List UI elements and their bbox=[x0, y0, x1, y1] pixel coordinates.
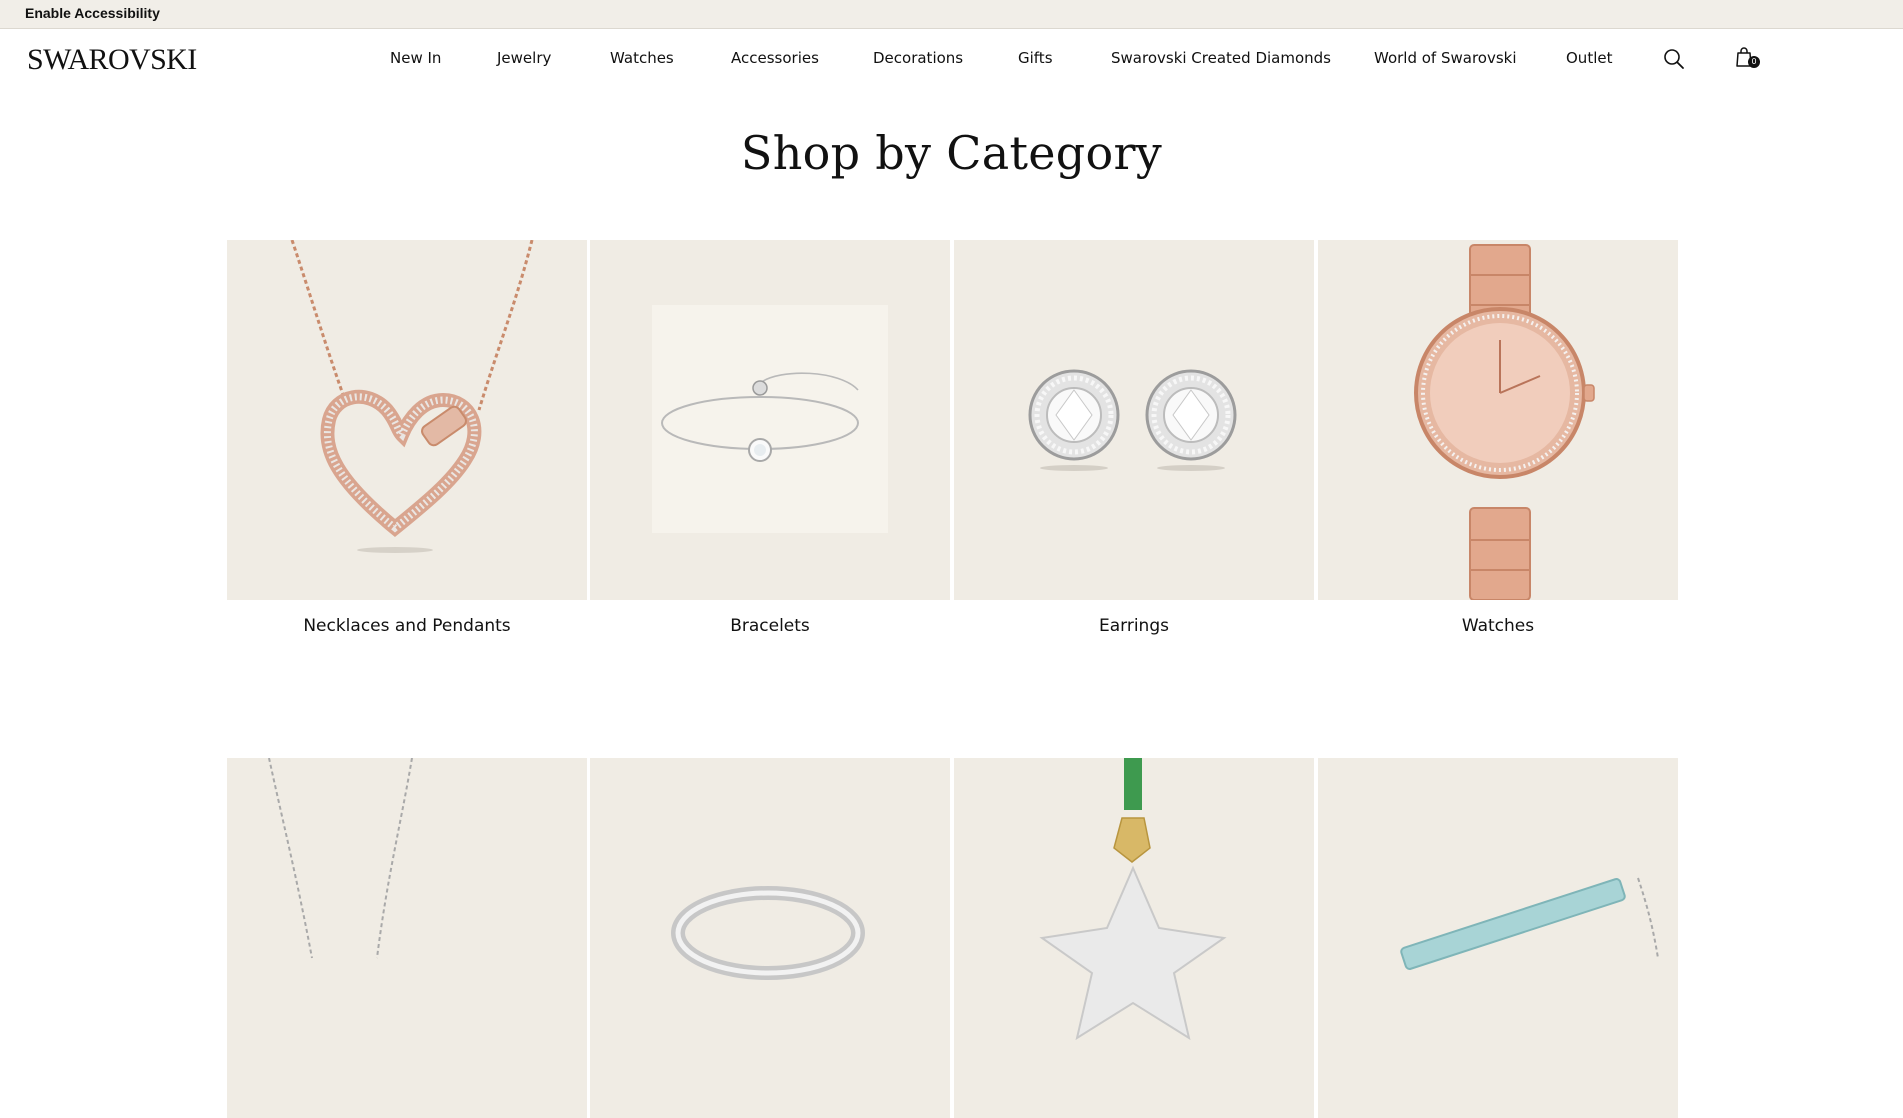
bracelet-image bbox=[590, 240, 950, 600]
nav-decorations[interactable]: Decorations bbox=[873, 49, 963, 67]
nav-accessories[interactable]: Accessories bbox=[731, 49, 819, 67]
cart-count-badge: 0 bbox=[1748, 56, 1760, 68]
category-tile-bracelets[interactable]: Bracelets bbox=[590, 240, 950, 636]
category-label: Earrings bbox=[1099, 616, 1169, 636]
site-header: SWAROVSKI New In Jewelry Watches Accesso… bbox=[0, 30, 1903, 88]
category-label: Necklaces and Pendants bbox=[303, 616, 511, 636]
category-tile-row2-3[interactable] bbox=[954, 758, 1314, 1118]
category-tile-watches[interactable]: Watches bbox=[1318, 240, 1678, 636]
cart-button[interactable]: 0 bbox=[1735, 46, 1761, 72]
enable-accessibility-link[interactable]: Enable Accessibility bbox=[25, 5, 160, 21]
category-tile-row2-4[interactable] bbox=[1318, 758, 1678, 1118]
category-label: Watches bbox=[1461, 616, 1535, 636]
category-label: Bracelets bbox=[730, 616, 810, 636]
category-tile-row2-1[interactable] bbox=[227, 758, 587, 1118]
search-icon bbox=[1664, 49, 1684, 69]
star-ornament-image bbox=[954, 758, 1314, 1118]
nav-new-in[interactable]: New In bbox=[390, 49, 441, 67]
nav-watches[interactable]: Watches bbox=[610, 49, 674, 67]
swarovski-logo[interactable]: SWAROVSKI bbox=[27, 43, 197, 77]
category-tile-necklaces[interactable]: Necklaces and Pendants bbox=[227, 240, 587, 636]
pendant-chain-image bbox=[227, 758, 587, 1118]
nav-world-of-swarovski[interactable]: World of Swarovski bbox=[1374, 49, 1517, 67]
search-button[interactable] bbox=[1663, 48, 1685, 70]
category-tile-earrings[interactable]: Earrings bbox=[954, 240, 1314, 636]
stud-earrings-image bbox=[954, 240, 1314, 600]
nav-outlet[interactable]: Outlet bbox=[1566, 49, 1612, 67]
bar-jewelry-image bbox=[1318, 758, 1678, 1118]
page-title: Shop by Category bbox=[740, 126, 1163, 180]
rose-gold-watch-image bbox=[1318, 240, 1678, 600]
nav-gifts[interactable]: Gifts bbox=[1018, 49, 1053, 67]
nav-swarovski-created-diamonds[interactable]: Swarovski Created Diamonds bbox=[1111, 49, 1331, 67]
heart-necklace-image bbox=[227, 240, 587, 600]
category-tile-row2-2[interactable] bbox=[590, 758, 950, 1118]
nav-jewelry[interactable]: Jewelry bbox=[497, 49, 551, 67]
ring-image bbox=[590, 758, 950, 1118]
accessibility-bar: Enable Accessibility bbox=[0, 0, 1903, 29]
